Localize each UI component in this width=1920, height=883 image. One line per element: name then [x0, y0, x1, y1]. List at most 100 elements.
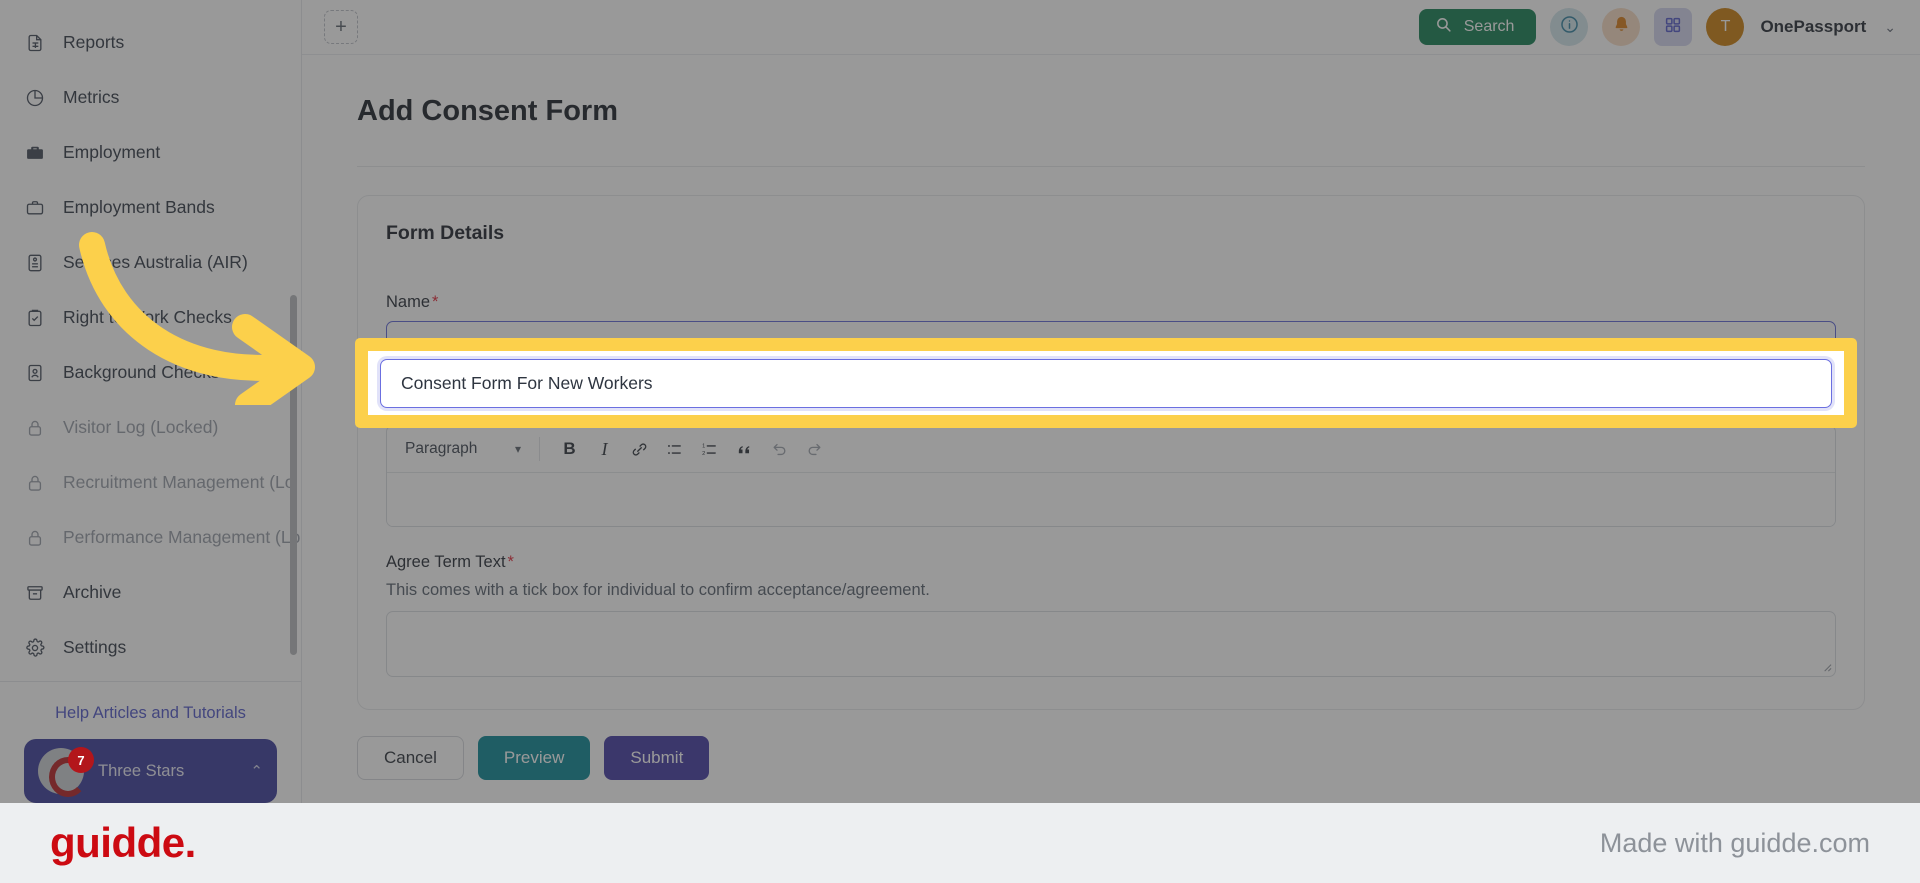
agree-term-label: Agree Term Text * — [386, 553, 1836, 572]
agree-term-textarea-wrapper — [386, 611, 1836, 677]
page-title: Add Consent Form — [357, 95, 618, 127]
block-format-value: Paragraph — [405, 440, 478, 457]
sidebar-item-metrics[interactable]: Metrics — [0, 70, 301, 125]
sidebar-item-label: Employment Bands — [63, 197, 215, 217]
agree-term-field-group: Agree Term Text * This comes with a tick … — [386, 553, 1836, 677]
made-with-guidde-text: Made with guidde.com — [1599, 827, 1870, 858]
card-title: Form Details — [386, 222, 505, 244]
name-input-highlighted[interactable]: Consent Form For New Workers — [380, 358, 1832, 408]
guidde-footer: guidde. Made with guidde.com — [0, 803, 1920, 883]
search-button[interactable]: Search — [1418, 9, 1537, 45]
background-checks-icon — [24, 362, 46, 384]
agree-term-help-text: This comes with a tick box for individua… — [386, 581, 930, 599]
sidebar-item-form-submissions[interactable]: Form Submissions — [0, 0, 301, 15]
sidebar-item-settings[interactable]: Settings — [0, 620, 301, 675]
sidebar-item-archive[interactable]: Archive — [0, 565, 301, 620]
guidde-logo: guidde. — [50, 819, 196, 866]
sidebar-item-label: Metrics — [63, 87, 120, 107]
submit-button[interactable]: Submit — [604, 736, 710, 780]
svg-text:1: 1 — [702, 443, 705, 449]
lock-icon — [24, 527, 46, 549]
bold-icon[interactable]: B — [554, 434, 585, 465]
apps-grid-button[interactable] — [1654, 8, 1693, 46]
sidebar-item-recruitment-management-lo[interactable]: Recruitment Management (Lo — [0, 455, 301, 510]
undo-icon[interactable] — [764, 434, 795, 465]
link-icon[interactable] — [624, 434, 655, 465]
blockquote-icon[interactable] — [729, 434, 760, 465]
redo-icon[interactable] — [799, 434, 830, 465]
title-divider — [357, 166, 1865, 167]
sidebar-item-services-australia-air[interactable]: Services Australia (AIR) — [0, 235, 301, 290]
sidebar: Form Submissions Reports Metrics Employment… — [0, 0, 302, 803]
sidebar-item-label: Services Australia (AIR) — [63, 252, 248, 272]
cancel-button[interactable]: Cancel — [357, 736, 464, 780]
sidebar-item-performance-management-lo[interactable]: Performance Management (Lo — [0, 510, 301, 565]
chevron-up-icon[interactable]: ⌃ — [250, 762, 263, 780]
services-australia-icon — [24, 252, 46, 274]
search-button-label: Search — [1463, 18, 1515, 35]
application-window: Form Submissions Reports Metrics Employment… — [0, 0, 1920, 803]
name-label-text: Name — [386, 293, 431, 311]
sidebar-nav-list: Form Submissions Reports Metrics Employment… — [0, 0, 301, 675]
sidebar-item-label: Archive — [63, 582, 122, 602]
sidebar-scrollbar-thumb[interactable] — [290, 295, 297, 655]
agree-term-label-text: Agree Term Text — [386, 553, 506, 571]
employment-icon — [24, 142, 46, 164]
chevron-down-icon[interactable]: ⌄ — [1884, 19, 1896, 36]
sidebar-item-label: Reports — [63, 32, 125, 52]
italic-icon[interactable]: I — [589, 434, 620, 465]
agree-term-textarea[interactable] — [386, 611, 1836, 677]
chevron-down-icon: ▾ — [514, 442, 521, 456]
preview-button[interactable]: Preview — [477, 736, 591, 780]
info-icon — [1560, 15, 1579, 39]
top-bar: + Search T OnePassport ⌄ — [302, 0, 1920, 55]
block-format-select[interactable]: Paragraph ▾ — [397, 433, 529, 465]
search-icon — [1435, 16, 1452, 38]
sidebar-item-label: Settings — [63, 637, 127, 657]
sidebar-item-label: Visitor Log (Locked) — [63, 417, 219, 437]
editor-toolbar: Paragraph ▾ B I 1 2 — [387, 426, 1835, 473]
sidebar-item-reports[interactable]: Reports — [0, 15, 301, 70]
three-stars-promo-card[interactable]: 7 Three Stars ⌃ — [24, 739, 277, 803]
toolbar-divider — [539, 437, 540, 461]
required-marker: * — [432, 293, 439, 311]
sidebar-item-label: Employment — [63, 142, 161, 162]
bell-icon — [1612, 15, 1631, 39]
name-input-value: Consent Form For New Workers — [401, 372, 653, 393]
highlighted-name-field-callout: Consent Form For New Workers — [355, 338, 1857, 428]
sidebar-item-label: Background Checks — [63, 362, 220, 382]
avatar[interactable]: T — [1706, 8, 1745, 46]
lock-icon — [24, 472, 46, 494]
required-marker: * — [507, 553, 514, 571]
bullet-list-icon[interactable] — [659, 434, 690, 465]
rich-text-editor: Paragraph ▾ B I 1 2 — [386, 425, 1836, 527]
consent-text-editor-body[interactable] — [387, 473, 1835, 526]
sidebar-item-label: Right to Work Checks — [63, 307, 232, 327]
sidebar-item-visitor-log-locked[interactable]: Visitor Log (Locked) — [0, 400, 301, 455]
user-name: OnePassport — [1760, 17, 1867, 36]
employment-bands-icon — [24, 197, 46, 219]
sidebar-item-right-to-work-checks[interactable]: Right to Work Checks — [0, 290, 301, 345]
sidebar-item-employment-bands[interactable]: Employment Bands — [0, 180, 301, 235]
gear-icon — [24, 637, 46, 659]
add-tab-button[interactable]: + — [324, 10, 358, 44]
notifications-button[interactable] — [1602, 8, 1641, 46]
screenshot-root: Form Submissions Reports Metrics Employment… — [0, 0, 1920, 883]
grid-icon — [1664, 16, 1682, 39]
sidebar-item-employment[interactable]: Employment — [0, 125, 301, 180]
notification-count-badge: 7 — [68, 747, 94, 773]
form-action-buttons: Cancel Preview Submit — [357, 736, 1920, 780]
help-articles-link[interactable]: Help Articles and Tutorials — [0, 700, 301, 739]
sidebar-item-label: Performance Management (Lo — [63, 527, 301, 547]
svg-text:2: 2 — [702, 450, 705, 456]
form-details-card: Form Details Name* Consent Text* — [357, 195, 1865, 710]
reports-icon — [24, 32, 46, 54]
name-label: Name * — [386, 293, 1836, 312]
sidebar-scroll-area: Form Submissions Reports Metrics Employment… — [0, 0, 301, 681]
right-to-work-icon — [24, 307, 46, 329]
numbered-list-icon[interactable]: 1 2 — [694, 434, 725, 465]
info-button[interactable] — [1550, 8, 1589, 46]
sidebar-footer: Help Articles and Tutorials 7 Three Star… — [0, 681, 301, 803]
topbar-actions: Search T OnePassport ⌄ — [1418, 8, 1896, 46]
sidebar-item-background-checks[interactable]: Background Checks — [0, 345, 301, 400]
